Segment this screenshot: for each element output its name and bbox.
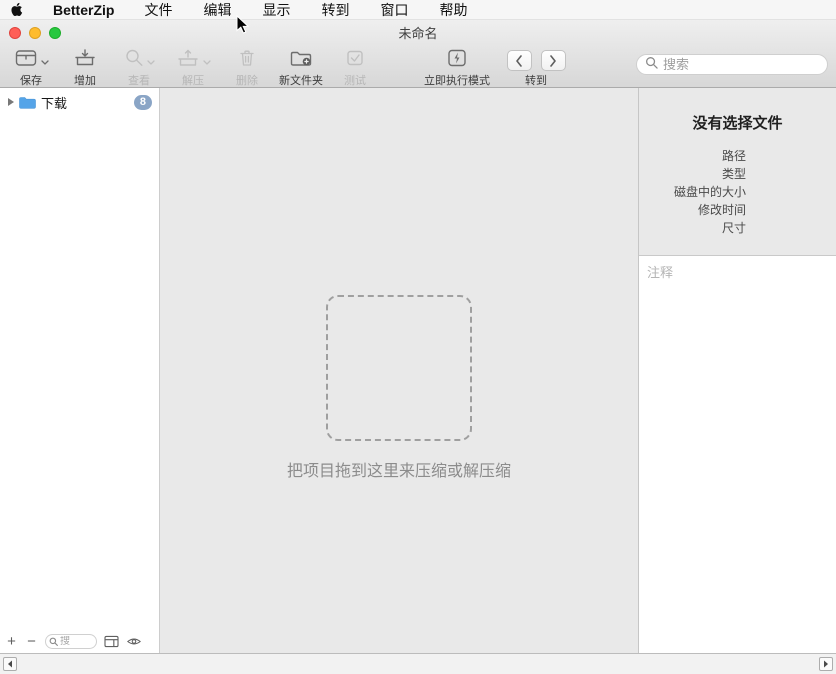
add-favorite-button[interactable]: + — [5, 634, 18, 650]
minimize-button[interactable] — [29, 27, 41, 39]
extract-button[interactable]: 解压 — [171, 49, 215, 88]
delete-label: 删除 — [236, 72, 258, 88]
view-label: 查看 — [128, 72, 150, 88]
add-label: 增加 — [74, 72, 96, 88]
apple-icon — [10, 2, 23, 17]
search-input[interactable] — [663, 57, 836, 72]
menu-item-file[interactable]: 文件 — [138, 0, 178, 20]
go-forward-button[interactable] — [541, 50, 566, 71]
chevron-left-icon — [515, 55, 523, 67]
checkmark-box-icon — [345, 48, 365, 73]
chevron-down-icon — [41, 52, 49, 70]
panel-toggle-icon[interactable] — [104, 635, 119, 648]
comments-area[interactable]: 注释 — [639, 256, 836, 653]
content-area: 下载 8 + − 把项目拖到这里来压缩或解压缩 没有选择文件 路径 类型 磁盘中… — [0, 88, 836, 653]
trash-icon — [237, 48, 257, 73]
comments-placeholder: 注释 — [647, 265, 673, 280]
disclosure-triangle-icon[interactable] — [7, 97, 15, 107]
menu-item-go[interactable]: 转到 — [315, 0, 355, 20]
folder-icon — [19, 96, 36, 109]
item-count-badge: 8 — [134, 95, 152, 110]
search-icon — [645, 56, 658, 74]
chevron-down-icon — [147, 52, 155, 70]
window-title: 未命名 — [0, 20, 836, 47]
traffic-lights — [9, 27, 61, 39]
title-bar[interactable]: 未命名 — [0, 20, 836, 46]
direct-mode-label: 立即执行模式 — [424, 72, 490, 88]
triangle-right-icon — [823, 660, 829, 668]
toolbar-search — [636, 54, 828, 75]
field-label-path: 路径 — [639, 147, 746, 165]
save-button[interactable]: 保存 — [9, 49, 53, 88]
go-group: 转到 — [508, 49, 564, 88]
test-label: 测试 — [344, 72, 366, 88]
extract-icon — [176, 48, 200, 73]
zoom-button[interactable] — [49, 27, 61, 39]
new-folder-icon — [289, 48, 313, 73]
apple-menu[interactable] — [10, 2, 23, 17]
delete-button[interactable]: 删除 — [225, 49, 269, 88]
add-button[interactable]: 增加 — [63, 49, 107, 88]
field-label-dimensions: 尺寸 — [639, 219, 746, 237]
scroll-left-button[interactable] — [3, 657, 17, 671]
go-back-button[interactable] — [507, 50, 532, 71]
toolbar: 保存 增加 查看 解压 删除 — [0, 46, 836, 87]
dropzone[interactable] — [326, 295, 472, 441]
dropzone-hint: 把项目拖到这里来压缩或解压缩 — [160, 457, 638, 481]
go-label: 转到 — [525, 72, 547, 88]
triangle-left-icon — [7, 660, 13, 668]
sidebar-footer: + − — [0, 630, 159, 653]
inspector-fields: 路径 类型 磁盘中的大小 修改时间 尺寸 — [639, 147, 836, 237]
field-label-modified: 修改时间 — [639, 201, 746, 219]
archive-content-area[interactable]: 把项目拖到这里来压缩或解压缩 — [160, 88, 638, 653]
sidebar-search-input[interactable] — [60, 636, 93, 647]
sidebar-search — [45, 634, 97, 649]
test-button[interactable]: 测试 — [333, 49, 377, 88]
add-to-archive-icon — [73, 48, 97, 73]
field-label-size-on-disk: 磁盘中的大小 — [639, 183, 746, 201]
save-label: 保存 — [20, 72, 42, 88]
sidebar-item-label: 下载 — [41, 93, 67, 112]
archive-save-icon — [14, 48, 38, 73]
search-icon — [49, 633, 58, 651]
sidebar: 下载 8 + − — [0, 88, 160, 653]
chevron-down-icon — [203, 52, 211, 70]
field-label-type: 类型 — [639, 165, 746, 183]
magnifier-icon — [124, 48, 144, 73]
bottom-bar — [0, 653, 836, 674]
inspector-panel: 没有选择文件 路径 类型 磁盘中的大小 修改时间 尺寸 注释 — [638, 88, 836, 653]
menu-item-view[interactable]: 显示 — [256, 0, 296, 20]
preview-eye-icon[interactable] — [126, 635, 142, 648]
direct-mode-button[interactable]: 立即执行模式 — [417, 49, 497, 88]
menu-item-help[interactable]: 帮助 — [433, 0, 473, 20]
new-folder-button[interactable]: 新文件夹 — [275, 49, 327, 88]
menu-bar: BetterZip 文件 编辑 显示 转到 窗口 帮助 — [0, 0, 836, 20]
inspector-empty-title: 没有选择文件 — [639, 112, 836, 133]
menu-item-window[interactable]: 窗口 — [374, 0, 414, 20]
window-chrome: 未命名 保存 增加 查看 — [0, 20, 836, 88]
menu-app-name[interactable]: BetterZip — [53, 2, 114, 18]
close-button[interactable] — [9, 27, 21, 39]
remove-favorite-button[interactable]: − — [25, 634, 38, 650]
scroll-right-button[interactable] — [819, 657, 833, 671]
menu-item-edit[interactable]: 编辑 — [197, 0, 237, 20]
direct-mode-icon — [445, 48, 469, 73]
extract-label: 解压 — [182, 72, 204, 88]
chevron-right-icon — [549, 55, 557, 67]
new-folder-label: 新文件夹 — [279, 72, 323, 88]
sidebar-item-downloads[interactable]: 下载 8 — [0, 92, 159, 112]
view-button[interactable]: 查看 — [117, 49, 161, 88]
